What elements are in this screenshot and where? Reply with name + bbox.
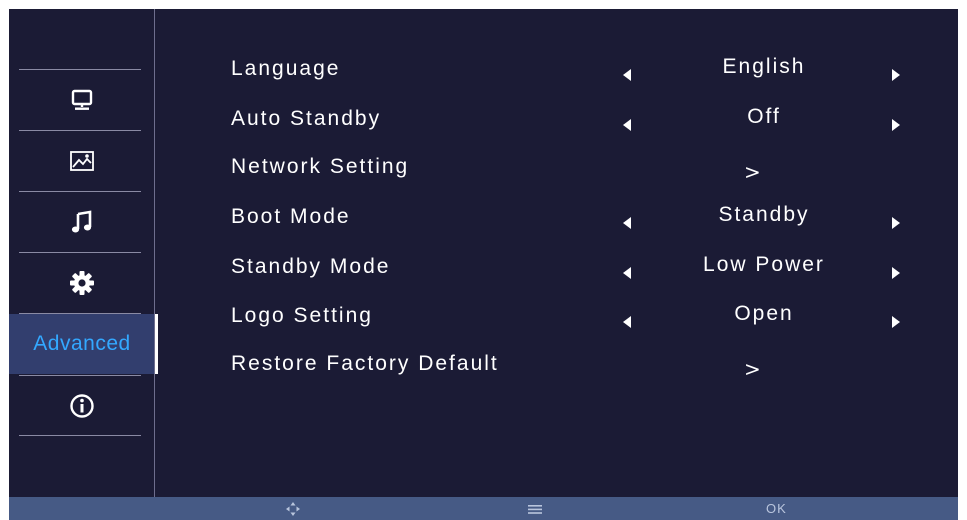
chevron-right-icon[interactable]: > <box>744 357 761 381</box>
row-label: Language <box>231 57 341 80</box>
chevron-right-icon[interactable]: > <box>744 160 761 184</box>
row-value: Open <box>734 302 794 325</box>
menu-lines-icon <box>527 497 543 520</box>
row-value: Low Power <box>703 253 825 276</box>
arrow-right-icon[interactable] <box>892 316 900 328</box>
osd-screen: Advanced Language English Auto Standby O… <box>9 9 958 520</box>
menu-row-logo-setting[interactable]: Logo Setting Open <box>9 302 958 342</box>
menu-row-auto-standby[interactable]: Auto Standby Off <box>9 105 958 145</box>
row-label: Standby Mode <box>231 255 391 278</box>
sidebar-divider <box>19 435 141 436</box>
dpad-arrows-icon <box>285 497 301 520</box>
arrow-left-icon[interactable] <box>623 69 631 81</box>
menu-row-language[interactable]: Language English <box>9 55 958 95</box>
menu-row-network-setting[interactable]: Network Setting > <box>9 153 958 193</box>
menu-row-restore-factory-default[interactable]: Restore Factory Default > <box>9 350 958 390</box>
hint-bar: OK <box>9 497 958 520</box>
row-label: Network Setting <box>231 155 410 178</box>
arrow-left-icon[interactable] <box>623 217 631 229</box>
row-label: Logo Setting <box>231 304 373 327</box>
row-value: Standby <box>718 203 810 226</box>
arrow-left-icon[interactable] <box>623 119 631 131</box>
arrow-right-icon[interactable] <box>892 217 900 229</box>
row-value: Off <box>747 105 781 128</box>
arrow-right-icon[interactable] <box>892 119 900 131</box>
row-label: Restore Factory Default <box>231 352 499 375</box>
menu-row-boot-mode[interactable]: Boot Mode Standby <box>9 203 958 243</box>
ok-hint: OK <box>766 501 787 516</box>
info-icon <box>69 393 95 419</box>
row-label: Auto Standby <box>231 107 382 130</box>
menu-row-standby-mode[interactable]: Standby Mode Low Power <box>9 253 958 293</box>
arrow-left-icon[interactable] <box>623 316 631 328</box>
row-value: English <box>722 55 806 78</box>
arrow-left-icon[interactable] <box>623 267 631 279</box>
arrow-right-icon[interactable] <box>892 69 900 81</box>
arrow-right-icon[interactable] <box>892 267 900 279</box>
row-label: Boot Mode <box>231 205 351 228</box>
